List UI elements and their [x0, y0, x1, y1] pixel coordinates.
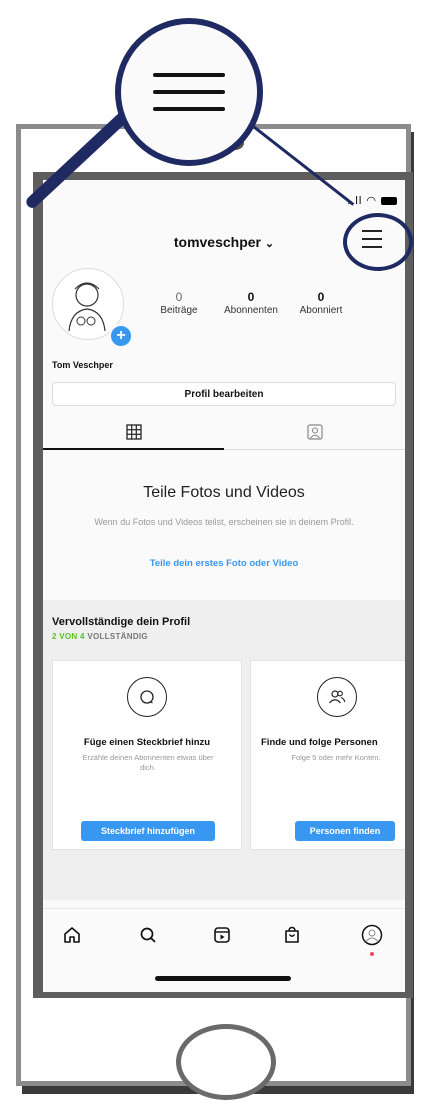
reels-icon[interactable] [211, 924, 233, 946]
progress-count: 2 VON 4 [52, 632, 85, 641]
search-icon[interactable] [137, 924, 159, 946]
username: tomveschper [173, 234, 262, 250]
instagram-profile-screen: ..ll ◠ tomveschper ⌄ + 0 Beiträge 0 Abon… [43, 180, 405, 992]
active-tab-indicator [43, 448, 224, 450]
find-people-card-title: Finde und folge Personen [261, 737, 378, 748]
tab-divider [224, 449, 405, 450]
chevron-down-icon: ⌄ [264, 238, 275, 250]
find-people-button[interactable]: Personen finden [295, 821, 395, 841]
find-people-card: Finde und folge Personen Folge 5 oder me… [250, 660, 405, 850]
home-icon[interactable] [61, 924, 83, 946]
empty-state-text: Wenn du Fotos und Videos teilst, erschei… [94, 517, 354, 527]
stat-posts-label: Beiträge [160, 305, 198, 316]
stat-posts-value: 0 [175, 290, 183, 304]
profile-avatar-icon[interactable] [361, 924, 383, 946]
full-name: Tom Veschper [52, 360, 113, 370]
stat-posts[interactable]: 0 Beiträge [159, 290, 199, 316]
bio-card: Füge einen Steckbrief hinzu Erzähle dein… [52, 660, 242, 850]
stat-following-label: Abonniert [299, 305, 343, 316]
bottom-nav-divider [43, 908, 405, 909]
notification-dot [370, 952, 374, 956]
status-bar: ..ll ◠ [347, 194, 397, 207]
bio-card-text: Erzähle deinen Abonnenten etwas über dic… [82, 753, 214, 772]
stat-following[interactable]: 0 Abonniert [291, 290, 351, 316]
edit-profile-button[interactable]: Profil bearbeiten [52, 382, 396, 406]
find-people-card-text: Folge 5 oder mehr Konten. [291, 753, 381, 762]
speech-bubble-icon [127, 677, 167, 717]
home-indicator[interactable] [155, 976, 291, 981]
complete-profile-progress: 2 VON 4 VOLLSTÄNDIG [52, 632, 148, 641]
bio-card-title: Füge einen Steckbrief hinzu [83, 737, 211, 748]
shop-icon[interactable] [281, 924, 303, 946]
home-button[interactable] [176, 1024, 276, 1100]
stat-followers[interactable]: 0 Abonnenten [221, 290, 281, 316]
stat-followers-label: Abonnenten [224, 305, 278, 316]
magnified-menu-icon [115, 18, 263, 166]
battery-icon [381, 197, 397, 206]
empty-state-title: Teile Fotos und Videos [143, 484, 305, 501]
add-bio-button[interactable]: Steckbrief hinzufügen [81, 821, 215, 841]
tab-grid[interactable] [43, 416, 224, 448]
stat-following-value: 0 [317, 290, 325, 304]
wifi-icon: ◠ [366, 195, 377, 207]
grid-icon [125, 424, 142, 440]
complete-profile-title: Vervollständige dein Profil [52, 616, 191, 628]
tagged-person-icon [306, 424, 323, 440]
callout-target-circle [343, 213, 413, 271]
add-story-button[interactable]: + [109, 324, 133, 348]
share-first-post-link[interactable]: Teile dein erstes Foto oder Video [43, 558, 405, 569]
stat-followers-value: 0 [247, 290, 255, 304]
tab-tagged[interactable] [224, 416, 405, 448]
people-icon [317, 677, 357, 717]
progress-label: VOLLSTÄNDIG [87, 632, 148, 641]
